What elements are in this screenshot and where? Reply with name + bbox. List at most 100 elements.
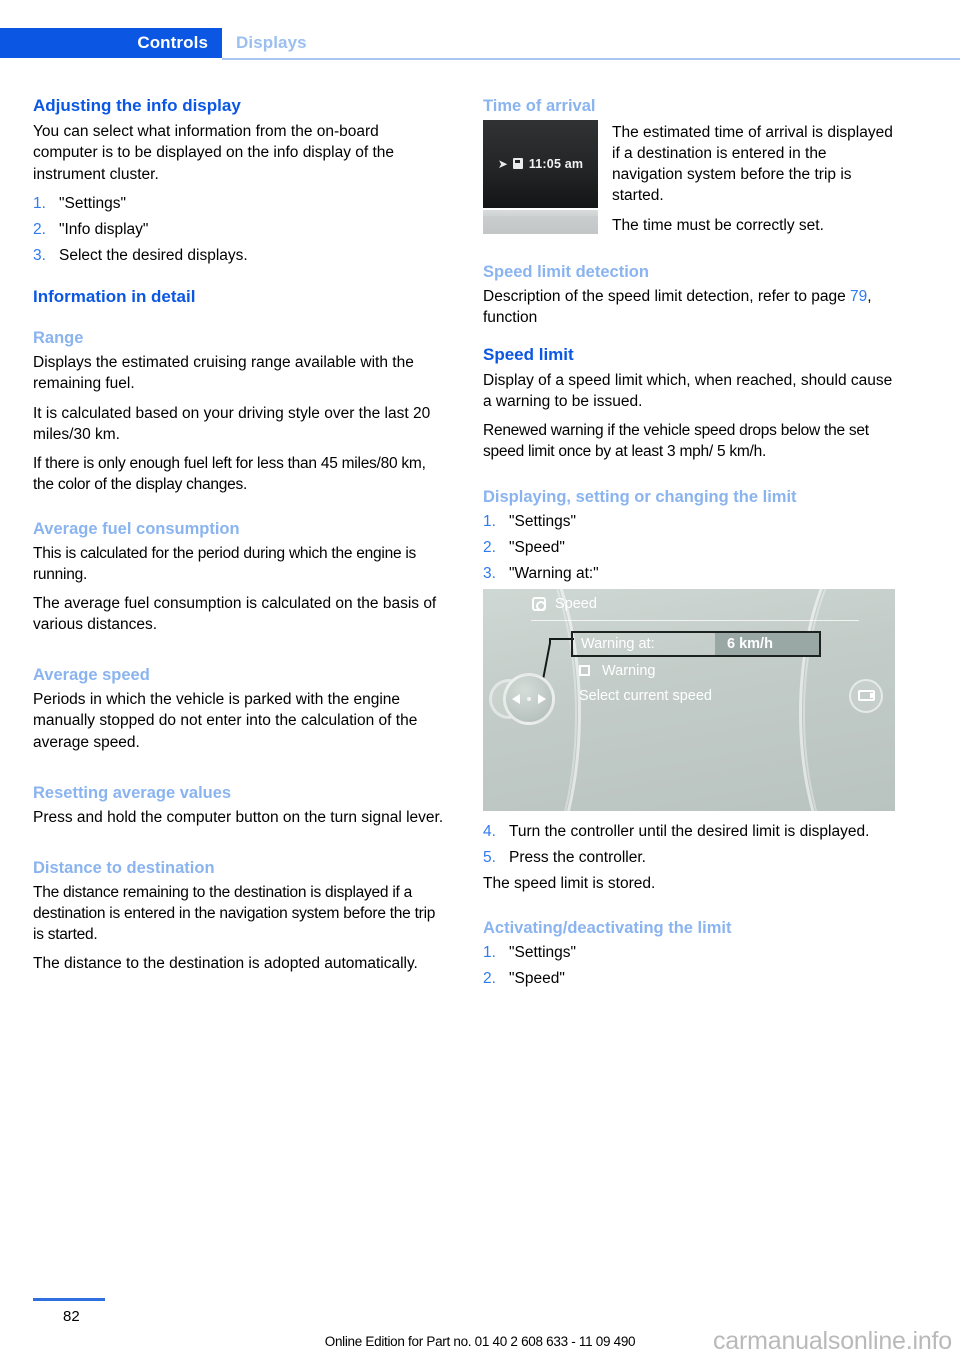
- avg-fuel-paragraph-1: This is calculated for the period during…: [33, 544, 417, 584]
- page-number: 82: [63, 1308, 80, 1325]
- settings-gear-icon: [531, 596, 547, 612]
- step-text: Press the controller.: [509, 848, 646, 866]
- knob-center-dot: [527, 696, 531, 701]
- displaying-steps-list: 1. "Settings" 2. "Speed" 3. "Warning at:…: [483, 511, 895, 584]
- step-number: 1.: [33, 194, 46, 212]
- speed-limit-detection-paragraph: Description of the speed limit detection…: [483, 286, 895, 328]
- arrow-right-icon: [538, 693, 546, 704]
- header-divider: [222, 58, 960, 60]
- page-body: Adjusting the info display You can selec…: [0, 96, 960, 1282]
- list-item: 4. Turn the controller until the desired…: [483, 821, 895, 842]
- step-text: Turn the controller until the desired li…: [509, 822, 870, 840]
- range-paragraph-2: It is calculated based on your driving s…: [33, 404, 431, 443]
- step-text: Select the desired displays.: [59, 246, 248, 264]
- step-text: "Settings": [509, 944, 577, 962]
- tab-controls-label: Controls: [137, 33, 208, 52]
- list-item: 2. "Info display": [33, 219, 445, 240]
- range-paragraph-3: If there is only enough fuel left for le…: [33, 454, 426, 493]
- speed-limit-paragraph-2: Renewed warning if the vehicle speed dro…: [483, 422, 869, 461]
- footer-accent-rule: [33, 1298, 105, 1301]
- heading-time-of-arrival: Time of arrival: [483, 97, 596, 115]
- avg-speed-paragraph-1: Periods in which the vehicle is parked w…: [33, 691, 418, 751]
- list-item: 1. "Settings": [483, 511, 895, 532]
- arrival-time-value: 11:05 am: [528, 157, 584, 172]
- warning-at-row[interactable]: Warning at: 6 km/h: [571, 630, 821, 657]
- heading-information-in-detail: Information in detail: [33, 286, 196, 306]
- controller-knob-icon[interactable]: [503, 672, 555, 725]
- time-of-arrival-figure-block: ➤ 11:05 am The estimated time of arrival…: [483, 120, 895, 245]
- page-footer: 82 Online Edition for Part no. 01 40 2 6…: [0, 1282, 960, 1362]
- page-reference-link[interactable]: 79: [850, 288, 867, 305]
- avg-fuel-paragraph-2: The average fuel consumption is calculat…: [33, 595, 437, 634]
- instrument-cluster-figure: ➤ 11:05 am: [483, 120, 598, 235]
- lcd-shelf: [483, 216, 598, 235]
- step-text: "Speed": [509, 970, 565, 988]
- idrive-title-divider: [531, 619, 859, 621]
- heading-adjusting-info-display: Adjusting the info display: [33, 96, 241, 115]
- distance-paragraph-1: The distance remaining to the destinatio…: [33, 883, 436, 944]
- list-item: 3. Select the desired displays.: [33, 245, 445, 266]
- step-number: 2.: [483, 538, 496, 556]
- left-column: Adjusting the info display You can selec…: [33, 96, 445, 982]
- heading-distance-to-destination: Distance to destination: [33, 858, 215, 877]
- continued-steps-list: 4. Turn the controller until the desired…: [483, 821, 895, 868]
- resetting-paragraph-1: Press and hold the computer button on th…: [33, 808, 444, 826]
- display-glyph: [857, 690, 875, 702]
- list-item: 1. "Settings": [483, 942, 895, 963]
- list-item: 2. "Speed": [483, 537, 895, 558]
- adjusting-steps-list: 1. "Settings" 2. "Info display" 3. Selec…: [33, 193, 445, 266]
- idrive-menu-title: Speed: [531, 596, 597, 612]
- step-text: "Warning at:": [509, 564, 599, 582]
- tab-displays[interactable]: Displays: [222, 28, 307, 58]
- idrive-speed-menu-figure: Speed Warning at: 6 km/h Warning Select …: [483, 588, 895, 811]
- list-item: 3. "Warning at:": [483, 563, 895, 584]
- step-text: "Settings": [59, 194, 127, 212]
- adjusting-intro-paragraph: You can select what information from the…: [33, 123, 395, 183]
- warning-at-value[interactable]: 6 km/h: [715, 632, 819, 655]
- toa-paragraph-2: The time must be correctly set.: [612, 217, 824, 235]
- step-number: 5.: [483, 848, 496, 866]
- tab-controls[interactable]: Controls: [0, 28, 222, 58]
- step-number: 3.: [33, 246, 46, 264]
- toa-paragraph-1: The estimated time of arrival is display…: [612, 124, 893, 205]
- heading-activating-deactivating-limit: Activating/deactivating the limit: [483, 919, 732, 938]
- chapter-tabbar: Controls Displays: [0, 28, 960, 58]
- heading-speed-limit: Speed limit: [483, 344, 574, 364]
- arrow-right-icon: ➤: [497, 157, 508, 172]
- select-current-speed-item[interactable]: Select current speed: [579, 688, 712, 704]
- warning-at-label: Warning at:: [581, 635, 655, 652]
- select-current-speed-label: Select current speed: [579, 687, 712, 704]
- heading-range: Range: [33, 329, 84, 348]
- step-number: 2.: [483, 970, 496, 988]
- sld-text-before: Description of the speed limit detection…: [483, 287, 851, 305]
- speed-limit-stored-note: The speed limit is stored.: [483, 875, 656, 893]
- heading-resetting-average-values: Resetting average values: [33, 783, 232, 802]
- warning-checkbox-row[interactable]: Warning: [579, 663, 655, 679]
- right-column: Time of arrival ➤ 11:05 am The estimated…: [483, 96, 895, 994]
- display-button-icon[interactable]: [849, 678, 883, 713]
- page-header: Controls Displays: [0, 0, 960, 62]
- heading-average-fuel-consumption: Average fuel consumption: [33, 519, 240, 538]
- checkbox-icon[interactable]: [579, 665, 590, 677]
- step-number: 1.: [483, 944, 496, 962]
- step-number: 1.: [483, 512, 496, 530]
- step-text: "Info display": [59, 220, 149, 238]
- step-number: 2.: [33, 220, 46, 238]
- list-item: 5. Press the controller.: [483, 847, 895, 868]
- list-item: 1. "Settings": [33, 193, 445, 214]
- step-text: "Speed": [509, 538, 565, 556]
- time-of-arrival-text: The estimated time of arrival is display…: [612, 120, 895, 245]
- arrow-left-icon: [512, 693, 520, 704]
- range-paragraph-1: Displays the estimated cruising range av…: [33, 354, 414, 393]
- site-watermark: carmanualsonline.info: [712, 1327, 952, 1355]
- heading-speed-limit-detection: Speed limit detection: [483, 262, 649, 281]
- tab-displays-label: Displays: [236, 33, 307, 52]
